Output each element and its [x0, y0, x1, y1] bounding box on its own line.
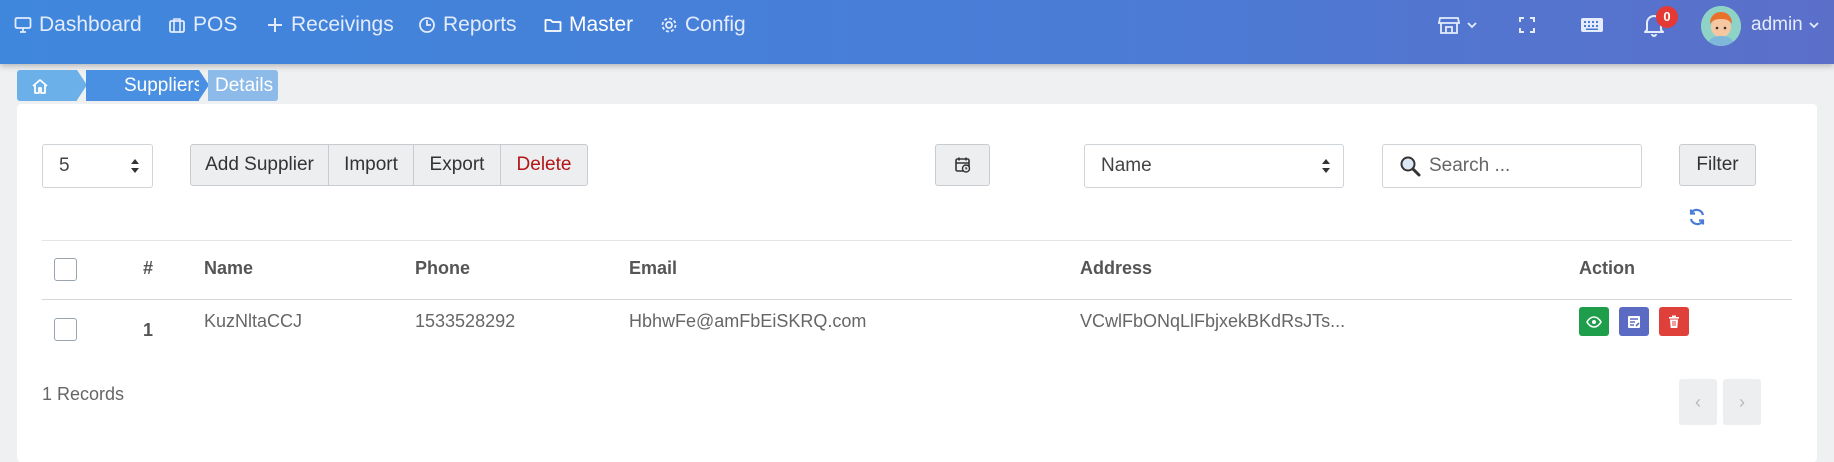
column-header-email[interactable]: Email [629, 258, 677, 279]
nav-pos-label: POS [193, 13, 238, 36]
keyboard-icon [1581, 18, 1603, 32]
user-name: admin [1751, 14, 1803, 35]
store-dropdown[interactable] [1438, 0, 1478, 50]
nav-reports[interactable]: Reports [418, 0, 517, 50]
row-name: KuzNltaCCJ [204, 311, 303, 331]
eye-icon [1586, 315, 1602, 328]
nav-reports-label: Reports [443, 13, 517, 36]
store-icon [1438, 17, 1460, 34]
page-size-select[interactable]: 5 [42, 144, 153, 188]
monitor-icon [14, 17, 32, 33]
breadcrumb-home[interactable] [17, 70, 77, 101]
chevron-down-icon [1809, 22, 1819, 29]
column-header-address[interactable]: Address [1080, 258, 1152, 279]
nav-receivings[interactable]: Receivings [266, 0, 394, 50]
breadcrumb-details: Details [208, 70, 278, 101]
top-navbar: Dashboard POS Receivings Reports Master … [0, 0, 1834, 64]
nav-pos[interactable]: POS [168, 0, 237, 50]
nav-config-label: Config [685, 13, 746, 36]
page-size-value: 5 [59, 155, 70, 176]
select-all-checkbox[interactable] [54, 258, 77, 281]
column-header-number: # [143, 258, 154, 278]
filter-field-select[interactable]: Name [1084, 144, 1344, 188]
filter-field-value: Name [1101, 155, 1152, 176]
prev-page-button[interactable]: ‹ [1679, 379, 1717, 425]
view-button[interactable] [1579, 307, 1609, 336]
next-page-button[interactable]: › [1723, 379, 1761, 425]
delete-row-button[interactable] [1659, 307, 1689, 336]
fullscreen-button[interactable] [1518, 0, 1536, 50]
nav-receivings-label: Receivings [291, 13, 394, 36]
table-header-divider [42, 299, 1792, 300]
edit-button[interactable] [1619, 307, 1649, 336]
delete-button[interactable]: Delete [500, 144, 588, 186]
keyboard-button[interactable] [1580, 0, 1604, 50]
trash-icon [1669, 315, 1679, 328]
sort-arrows-icon [131, 159, 139, 173]
date-range-button[interactable] [935, 144, 990, 186]
briefcase-icon [169, 18, 185, 33]
column-header-name[interactable]: Name [204, 258, 253, 279]
user-menu[interactable]: admin [1751, 0, 1820, 50]
user-avatar-icon [1701, 6, 1741, 46]
home-icon [32, 78, 48, 94]
clock-icon [419, 17, 435, 33]
search-placeholder: Search ... [1429, 155, 1511, 176]
notification-badge: 0 [1656, 6, 1678, 28]
nav-config[interactable]: Config [660, 0, 746, 50]
add-supplier-button[interactable]: Add Supplier [190, 144, 329, 186]
export-button[interactable]: Export [413, 144, 501, 186]
edit-icon [1628, 315, 1640, 328]
search-input[interactable]: Search ... [1382, 144, 1642, 188]
table-top-divider [42, 240, 1792, 241]
column-header-action: Action [1579, 258, 1635, 278]
sort-arrows-icon [1322, 159, 1330, 173]
avatar[interactable] [1701, 6, 1741, 46]
records-count: 1 Records [42, 384, 125, 404]
nav-master[interactable]: Master [544, 0, 633, 50]
gear-icon [661, 17, 677, 33]
refresh-icon [1689, 208, 1705, 226]
row-checkbox[interactable] [54, 318, 77, 341]
folder-icon [544, 19, 562, 32]
row-address: VCwlFbONqLlFbjxekBKdRsJTs... [1080, 311, 1346, 331]
chevron-down-icon [1467, 22, 1477, 29]
breadcrumb-suppliers-label: Suppliers [124, 74, 204, 96]
search-icon [1400, 156, 1421, 177]
calendar-clock-icon [954, 157, 970, 173]
column-header-phone[interactable]: Phone [415, 258, 470, 279]
plus-icon [268, 18, 282, 32]
row-phone: 1533528292 [415, 311, 516, 331]
nav-dashboard[interactable]: Dashboard [14, 0, 142, 50]
nav-dashboard-label: Dashboard [39, 13, 142, 36]
breadcrumb-details-label: Details [215, 74, 274, 96]
row-email: HbhwFe@amFbEiSKRQ.com [629, 311, 867, 331]
refresh-button[interactable] [1687, 207, 1707, 232]
fullscreen-icon [1519, 17, 1535, 33]
breadcrumb-suppliers[interactable]: Suppliers [86, 70, 203, 101]
nav-master-label: Master [569, 13, 634, 36]
row-number: 1 [143, 320, 154, 340]
filter-button[interactable]: Filter [1679, 144, 1756, 186]
import-button[interactable]: Import [328, 144, 414, 186]
